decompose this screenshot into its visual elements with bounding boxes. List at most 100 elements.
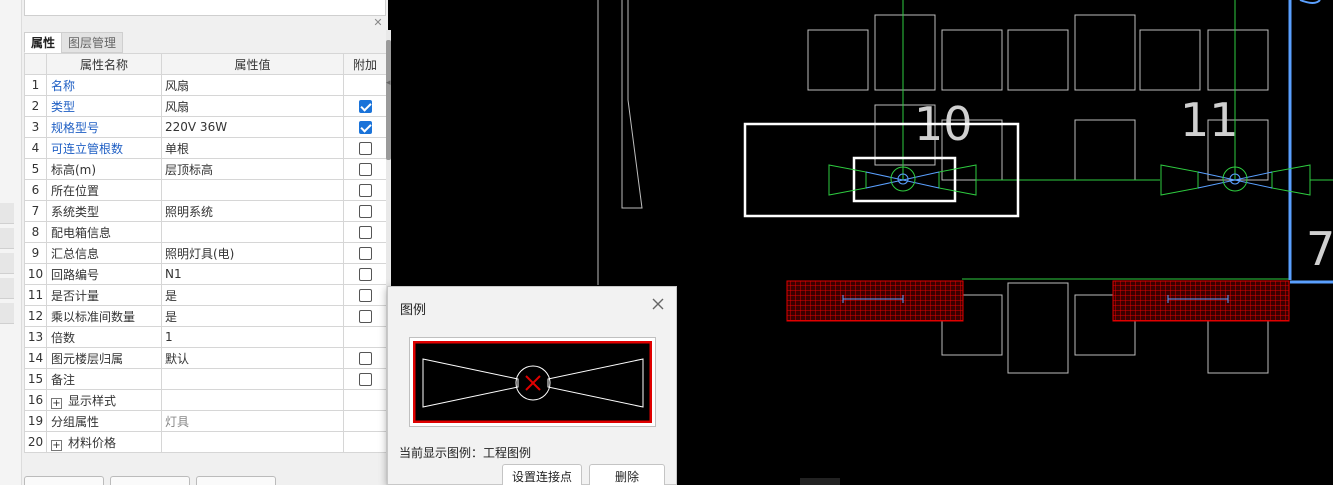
property-value[interactable]: 单根	[161, 137, 344, 159]
row-index: 14	[24, 347, 47, 369]
attach-checkbox[interactable]	[358, 247, 372, 260]
set-connection-point-button[interactable]: 设置连接点	[502, 464, 582, 485]
hatched-fixture[interactable]	[786, 280, 964, 322]
property-value[interactable]: 风扇	[161, 95, 344, 117]
table-row[interactable]: 7 系统类型 照明系统	[24, 200, 387, 222]
table-row[interactable]: 11 是否计量 是	[24, 284, 387, 306]
table-row[interactable]: 6 所在位置	[24, 179, 387, 201]
property-value[interactable]: 照明系统	[161, 200, 344, 222]
attach-checkbox[interactable]	[358, 100, 372, 113]
attach-checkbox[interactable]	[358, 226, 372, 239]
table-row[interactable]: 13 倍数 1	[24, 326, 387, 348]
property-name-label: 图元楼层归属	[51, 351, 124, 366]
row-index: 20	[24, 431, 47, 453]
legend-caption: 当前显示图例：工程图例	[399, 446, 532, 460]
table-row[interactable]: 16 + 显示样式	[24, 389, 387, 411]
property-name-label: 备注	[51, 372, 76, 387]
property-value[interactable]: 是	[161, 305, 344, 327]
dock-tab[interactable]	[0, 278, 14, 299]
table-row[interactable]: 15 备注	[24, 368, 387, 390]
header-attach: 附加	[343, 53, 387, 75]
property-name: 类型	[46, 95, 162, 117]
table-row[interactable]: 19 分组属性 灯具	[24, 410, 387, 432]
property-value[interactable]: 1	[161, 326, 344, 348]
attach-checkbox[interactable]	[358, 310, 372, 323]
dock-tab[interactable]	[0, 253, 14, 274]
row-index: 9	[24, 242, 47, 264]
attach-cell	[343, 410, 387, 432]
table-row[interactable]: 9 汇总信息 照明灯具(电)	[24, 242, 387, 264]
attach-cell	[343, 179, 387, 201]
bottom-button[interactable]	[110, 476, 190, 485]
dock-tab[interactable]	[0, 303, 14, 324]
attach-cell	[343, 221, 387, 243]
attach-checkbox[interactable]	[358, 352, 372, 365]
property-name: 配电箱信息	[46, 221, 162, 243]
attach-checkbox[interactable]	[358, 373, 372, 386]
property-value[interactable]	[161, 431, 344, 453]
attach-cell	[343, 263, 387, 285]
dock-tab[interactable]	[0, 228, 14, 249]
table-row[interactable]: 2 类型 风扇	[24, 95, 387, 117]
table-row[interactable]: 12 乘以标准间数量 是	[24, 305, 387, 327]
row-index: 7	[24, 200, 47, 222]
hatched-fixture[interactable]	[1112, 280, 1290, 322]
expand-icon[interactable]: +	[51, 397, 62, 409]
row-index: 15	[24, 368, 47, 390]
tab-layer-management[interactable]: 图层管理	[61, 32, 124, 53]
property-name-label: 材料价格	[68, 435, 117, 450]
table-row[interactable]: 14 图元楼层归属 默认	[24, 347, 387, 369]
property-value[interactable]: 层顶标高	[161, 158, 344, 180]
property-value[interactable]: 照明灯具(电)	[161, 242, 344, 264]
property-value[interactable]: 220V 36W	[161, 116, 344, 138]
property-name-label: 类型	[51, 99, 76, 114]
bottom-button[interactable]	[196, 476, 276, 485]
property-value[interactable]: 风扇	[161, 74, 344, 96]
property-name-label: 标高(m)	[51, 162, 97, 177]
property-value[interactable]	[161, 389, 344, 411]
attach-checkbox[interactable]	[358, 163, 372, 176]
delete-button[interactable]: 删除	[589, 464, 665, 485]
dialog-title: 图例	[400, 303, 427, 318]
expand-icon[interactable]: +	[51, 439, 62, 451]
property-value[interactable]	[161, 179, 344, 201]
property-value[interactable]: 灯具	[161, 410, 344, 432]
dock-tab[interactable]	[0, 203, 14, 224]
property-value[interactable]: 默认	[161, 347, 344, 369]
property-value[interactable]	[161, 368, 344, 390]
table-row[interactable]: 20 + 材料价格	[24, 431, 387, 453]
property-name-label: 规格型号	[51, 120, 100, 135]
row-index: 19	[24, 410, 47, 432]
bottom-button[interactable]	[24, 476, 104, 485]
property-value[interactable]	[161, 221, 344, 243]
close-icon[interactable]	[650, 296, 666, 312]
property-name-label: 可连立管根数	[51, 141, 124, 156]
table-row[interactable]: 8 配电箱信息	[24, 221, 387, 243]
legend-dialog: 图例 当前显示图例：工程图例 设置连接点 删除	[387, 286, 677, 485]
table-row[interactable]: 3 规格型号 220V 36W	[24, 116, 387, 138]
tab-properties[interactable]: 属性	[24, 32, 63, 53]
attach-checkbox[interactable]	[358, 205, 372, 218]
panel-tabs: 属性 图层管理	[24, 32, 124, 53]
attach-checkbox[interactable]	[358, 184, 372, 197]
table-row[interactable]: 1 名称 风扇	[24, 74, 387, 96]
attach-checkbox[interactable]	[358, 289, 372, 302]
property-name: 倍数	[46, 326, 162, 348]
property-name-label: 倍数	[51, 330, 76, 345]
row-index: 11	[24, 284, 47, 306]
property-value[interactable]: 是	[161, 284, 344, 306]
attach-cell	[343, 158, 387, 180]
attach-checkbox[interactable]	[358, 121, 372, 134]
panel-bottom-buttons	[24, 476, 276, 485]
table-row[interactable]: 4 可连立管根数 单根	[24, 137, 387, 159]
attach-checkbox[interactable]	[358, 142, 372, 155]
property-value[interactable]: N1	[161, 263, 344, 285]
table-row[interactable]: 10 回路编号 N1	[24, 263, 387, 285]
attach-cell	[343, 116, 387, 138]
table-row[interactable]: 5 标高(m) 层顶标高	[24, 158, 387, 180]
properties-panel: ✕ 属性 图层管理 属性名称 属性值 附加 1 名称 风扇 2 类型 风扇 3 规格型号 220…	[22, 0, 388, 485]
room-label-7: 7	[1306, 222, 1333, 276]
close-icon[interactable]: ✕	[372, 17, 384, 29]
row-index: 6	[24, 179, 47, 201]
attach-checkbox[interactable]	[358, 268, 372, 281]
